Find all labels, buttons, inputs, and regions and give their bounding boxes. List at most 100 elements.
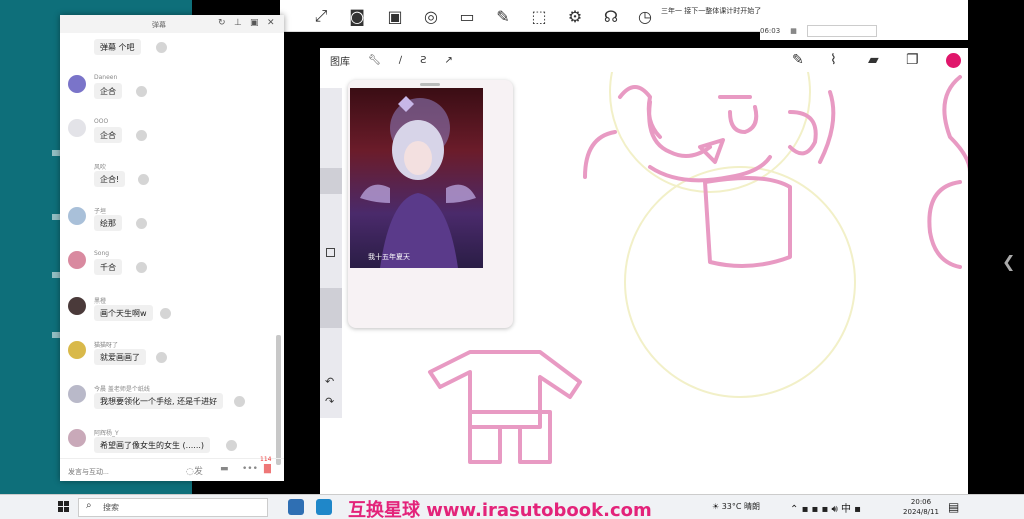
weather-text: 33°C 晴朗 xyxy=(721,502,761,511)
smudge-icon[interactable]: ⌇ xyxy=(830,52,837,68)
chat-username: Daneen xyxy=(94,74,118,81)
modify-button[interactable] xyxy=(326,248,335,257)
chat-message-text: 企合! xyxy=(94,171,126,187)
opacity-slider[interactable] xyxy=(320,288,342,328)
chat-message: 阿辉杨_Y 希望画了像女生的女生 (......) xyxy=(68,425,268,458)
gear-icon[interactable]: ⚙ xyxy=(564,5,586,27)
camera-icon[interactable]: ◙ xyxy=(346,5,368,27)
chat-username: OOO xyxy=(94,118,109,125)
ime-indicator[interactable]: 中 xyxy=(841,504,851,515)
record-icon[interactable]: ▣ xyxy=(384,5,406,27)
reaction-icon[interactable] xyxy=(136,218,147,229)
avatar xyxy=(68,429,86,447)
chat-message-text: 企合 xyxy=(94,83,122,99)
chat-input[interactable] xyxy=(68,466,168,478)
sketch-stroke xyxy=(583,130,617,179)
reference-panel[interactable]: 我十五年夏天 xyxy=(348,80,513,328)
avatar xyxy=(68,119,86,137)
app-tray-icon[interactable]: ▪ xyxy=(822,504,829,515)
taskbar-search[interactable]: 搜索 xyxy=(78,498,268,517)
undo-icon[interactable]: ↶ xyxy=(325,375,334,388)
chat-message-list: 弹幕 个吧 Daneen 企合 OOO 企合 风吹 企合! 子垣 绘那 Song… xyxy=(60,33,276,458)
clock-date: 2024/8/11 xyxy=(903,508,939,516)
sketch-stroke xyxy=(718,95,759,134)
chat-titlebar: 弹幕 ↻ ⊥ ▣ ✕ xyxy=(60,15,284,33)
screen: ⤢ ◙ ▣ ◎ ▭ ✎ ⬚ ⚙ ☊ ◷ 三年一 接下一整体课计时开始了 06:0… xyxy=(0,0,1024,519)
refresh-icon[interactable]: ↻ xyxy=(218,18,226,28)
color-picker-button[interactable] xyxy=(946,53,961,68)
fullscreen-icon[interactable]: ⤢ xyxy=(310,5,332,27)
volume-icon[interactable]: 🔊︎ xyxy=(831,504,837,515)
chat-message: 弹幕 个吧 xyxy=(68,33,268,67)
eraser-icon[interactable]: ▰ xyxy=(868,52,879,68)
app-tray-icon[interactable]: ▪ xyxy=(854,504,861,515)
reaction-icon[interactable] xyxy=(136,86,147,97)
windows-start-icon[interactable] xyxy=(58,501,70,513)
chat-footer: ◌发 ▬ ••• ▇ 114 xyxy=(60,456,284,481)
chat-message-text: 企合 xyxy=(94,127,122,143)
clock-icon[interactable]: ◷ xyxy=(634,5,656,27)
meeting-select[interactable] xyxy=(806,25,877,37)
reaction-icon[interactable] xyxy=(156,42,167,53)
reaction-icon[interactable] xyxy=(226,440,237,451)
meeting-title-strip: 三年一 接下一整体课计时开始了 xyxy=(655,0,968,20)
chat-message-text: 我想要领化一个手绘, 还是千进好 xyxy=(94,393,224,409)
chat-message: OOO 企合 xyxy=(68,115,268,155)
folder-icon[interactable]: ▬ xyxy=(220,464,229,474)
system-clock[interactable]: 20:06 2024/8/11 xyxy=(896,497,946,517)
wrench-icon[interactable]: 🔧︎ xyxy=(368,55,381,66)
selection-icon[interactable]: Ƨ xyxy=(420,55,426,66)
chat-scrollbar[interactable] xyxy=(276,335,281,465)
sketch-stroke xyxy=(618,85,662,139)
taskbar: 搜索 ⌕ 互换星球 www.irasutobook.com ☀ 33°C 晴朗 … xyxy=(0,494,1024,519)
system-tray: ⌃ ▪ ▪ ▪ 🔊︎ 中 ▪ xyxy=(790,500,861,515)
brush-icon[interactable]: ✎ xyxy=(792,52,804,68)
app-tray-icon[interactable]: ▪ xyxy=(812,504,819,515)
chat-username: 黑橙 xyxy=(94,298,107,305)
chat-username: 猫猫呀了 xyxy=(94,342,119,349)
chat-message-text: 就爱画画了 xyxy=(94,349,146,365)
reaction-icon[interactable] xyxy=(138,174,149,185)
gallery-button[interactable]: 图库 xyxy=(330,53,350,68)
mail-app-icon[interactable] xyxy=(288,499,304,515)
chat-message: 今晨 盖老师是个纸线 我想要领化一个手绘, 还是千进好 xyxy=(68,381,268,421)
screen-share-icon[interactable]: ▭ xyxy=(456,5,478,27)
send-button[interactable]: ◌发 xyxy=(186,464,203,477)
gift-icon[interactable]: ▇ xyxy=(264,464,271,474)
avatar xyxy=(68,385,86,403)
chevron-left-icon[interactable]: ❮ xyxy=(1002,252,1015,271)
brush-size-slider[interactable] xyxy=(320,168,342,194)
reference-panel-handle[interactable] xyxy=(420,83,440,86)
restore-icon[interactable]: ▣ xyxy=(250,18,259,28)
headset-icon[interactable]: ☊ xyxy=(600,5,622,27)
chat-username: 阿辉杨_Y xyxy=(94,430,119,437)
pin-icon[interactable]: ⊥ xyxy=(234,18,242,28)
chat-message: 猫猫呀了 就爱画画了 xyxy=(68,337,268,377)
reaction-icon[interactable] xyxy=(234,396,245,407)
sketch-stroke xyxy=(428,350,582,429)
close-icon[interactable]: ✕ xyxy=(267,18,275,28)
more-icon[interactable]: ••• xyxy=(242,464,258,474)
layers-icon[interactable]: ❐ xyxy=(906,52,919,68)
watermark: 互换星球 www.irasutobook.com xyxy=(348,500,652,519)
adjust-icon[interactable]: ∕ xyxy=(399,55,402,66)
meeting-time: 06:03 xyxy=(760,27,781,35)
notification-icon[interactable]: ▤ xyxy=(948,500,959,514)
redo-icon[interactable]: ↷ xyxy=(325,395,334,408)
chevron-up-icon[interactable]: ⌃ xyxy=(790,504,798,515)
reaction-icon[interactable] xyxy=(136,130,147,141)
sketch-stroke xyxy=(942,75,968,173)
app-tray-icon[interactable]: ▪ xyxy=(802,504,809,515)
pen-icon[interactable]: ✎ xyxy=(492,5,514,27)
reaction-icon[interactable] xyxy=(156,352,167,363)
reaction-icon[interactable] xyxy=(160,308,171,319)
webcam-icon[interactable]: ◎ xyxy=(420,5,442,27)
gift-count: 114 xyxy=(260,456,272,463)
weather-widget[interactable]: ☀ 33°C 晴朗 xyxy=(712,501,760,512)
crop-icon[interactable]: ⬚ xyxy=(528,5,550,27)
move-icon[interactable]: ↗ xyxy=(444,55,452,66)
reaction-icon[interactable] xyxy=(136,262,147,273)
edge-app-icon[interactable] xyxy=(316,499,332,515)
sketch-stroke xyxy=(698,138,725,164)
reference-character-art xyxy=(360,96,476,268)
